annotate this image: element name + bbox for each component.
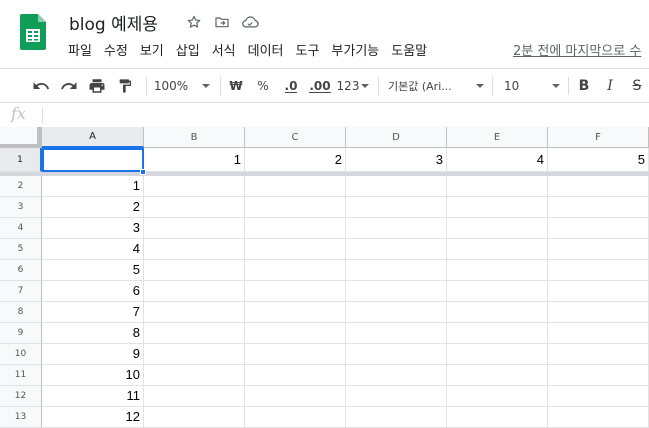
formula-bar: fx [0, 102, 649, 128]
row-header[interactable]: 10 [0, 344, 42, 365]
column-header-c[interactable]: C [245, 127, 346, 148]
percent-format-button[interactable]: % [253, 69, 273, 103]
fx-label: fx [11, 104, 26, 123]
zoom-select[interactable]: 100% [152, 69, 212, 103]
row-header[interactable]: 9 [0, 323, 42, 344]
fill-handle[interactable] [140, 169, 146, 175]
toolbar-divider [568, 77, 569, 95]
column-header-b[interactable]: B [144, 127, 245, 148]
cell-c1[interactable]: 2 [245, 148, 346, 172]
cloud-status-icon[interactable] [240, 12, 260, 32]
title-actions [184, 12, 260, 32]
row-header[interactable]: 1 [0, 148, 42, 172]
font-size-value: 10 [504, 79, 520, 93]
currency-format-button[interactable]: ₩ [226, 69, 246, 103]
column-header-d[interactable]: D [346, 127, 447, 148]
toolbar-divider [220, 77, 221, 95]
cell-a13[interactable]: 12 [42, 407, 144, 428]
decrease-decimals-button[interactable]: .0 [279, 69, 303, 103]
cell-a3[interactable]: 2 [42, 197, 144, 218]
menu-edit[interactable]: 수정 [98, 40, 134, 59]
chevron-down-icon [476, 84, 484, 88]
active-cell-outline [42, 148, 144, 172]
menu-tools[interactable]: 도구 [290, 40, 326, 59]
toolbar-divider [492, 77, 493, 95]
toolbar: 100% ₩ % .0 .00 123 기본값 (Ari... 10 B I S [0, 68, 649, 103]
chevron-down-icon [361, 84, 370, 88]
redo-icon[interactable] [58, 69, 80, 103]
column-header-a[interactable]: A [42, 127, 144, 148]
sheets-logo-icon[interactable] [20, 14, 46, 50]
font-family-value: 기본값 (Ari... [388, 80, 452, 93]
move-to-folder-icon[interactable] [212, 12, 232, 32]
zoom-value: 100% [153, 79, 189, 93]
decrease-decimals-label: .0 [284, 78, 298, 93]
row-header[interactable]: 8 [0, 302, 42, 323]
formula-input[interactable] [48, 103, 643, 127]
empty-cells-area[interactable] [144, 176, 649, 428]
row-header[interactable]: 5 [0, 239, 42, 260]
cell-a10[interactable]: 9 [42, 344, 144, 365]
cell-a5[interactable]: 4 [42, 239, 144, 260]
number-format-label: 123 [336, 79, 360, 93]
cell-b1[interactable]: 1 [144, 148, 245, 172]
document-title[interactable]: blog 예제용 [69, 10, 158, 35]
menu-addons[interactable]: 부가기능 [325, 40, 385, 59]
formula-divider [42, 107, 43, 123]
cell-a7[interactable]: 6 [42, 281, 144, 302]
row-header[interactable]: 3 [0, 197, 42, 218]
cell-a9[interactable]: 8 [42, 323, 144, 344]
cell-a4[interactable]: 3 [42, 218, 144, 239]
chevron-down-icon [552, 84, 560, 88]
row-header[interactable]: 2 [0, 176, 42, 197]
cell-a6[interactable]: 5 [42, 260, 144, 281]
cell-a12[interactable]: 11 [42, 386, 144, 407]
star-icon[interactable] [184, 12, 204, 32]
cell-f1[interactable]: 5 [548, 148, 649, 172]
column-header-f[interactable]: F [548, 127, 649, 148]
menu-file[interactable]: 파일 [62, 40, 98, 59]
row-header[interactable]: 11 [0, 365, 42, 386]
menu-help[interactable]: 도움말 [385, 40, 433, 59]
row-header[interactable]: 7 [0, 281, 42, 302]
increase-decimals-label: .00 [309, 78, 331, 93]
cell-a8[interactable]: 7 [42, 302, 144, 323]
undo-icon[interactable] [30, 69, 52, 103]
last-edit-link[interactable]: 2분 전에 마지막으로 수 [513, 40, 641, 59]
menu-data[interactable]: 데이터 [242, 40, 290, 59]
paint-format-icon[interactable] [114, 69, 136, 103]
number-format-select[interactable]: 123 [336, 69, 370, 103]
chevron-down-icon [202, 84, 211, 88]
row-header[interactable]: 12 [0, 386, 42, 407]
menu-view[interactable]: 보기 [134, 40, 170, 59]
cell-a11[interactable]: 10 [42, 365, 144, 386]
increase-decimals-button[interactable]: .00 [307, 69, 333, 103]
column-header-e[interactable]: E [447, 127, 548, 148]
row-header[interactable]: 13 [0, 407, 42, 428]
cell-d1[interactable]: 3 [346, 148, 447, 172]
row-header[interactable]: 4 [0, 218, 42, 239]
menu-format[interactable]: 서식 [206, 40, 242, 59]
font-family-select[interactable]: 기본값 (Ari... [388, 69, 484, 103]
menu-bar: 파일 수정 보기 삽입 서식 데이터 도구 부가기능 도움말 [62, 38, 433, 60]
italic-button[interactable]: I [600, 69, 620, 103]
toolbar-divider [378, 77, 379, 95]
row-header[interactable]: 6 [0, 260, 42, 281]
toolbar-divider [146, 77, 147, 95]
print-icon[interactable] [86, 69, 108, 103]
menu-insert[interactable]: 삽입 [170, 40, 206, 59]
bold-button[interactable]: B [574, 69, 594, 103]
cell-e1[interactable]: 4 [447, 148, 548, 172]
strikethrough-button[interactable]: S [627, 69, 647, 103]
font-size-select[interactable]: 10 [500, 69, 564, 103]
cell-a2[interactable]: 1 [42, 176, 144, 197]
